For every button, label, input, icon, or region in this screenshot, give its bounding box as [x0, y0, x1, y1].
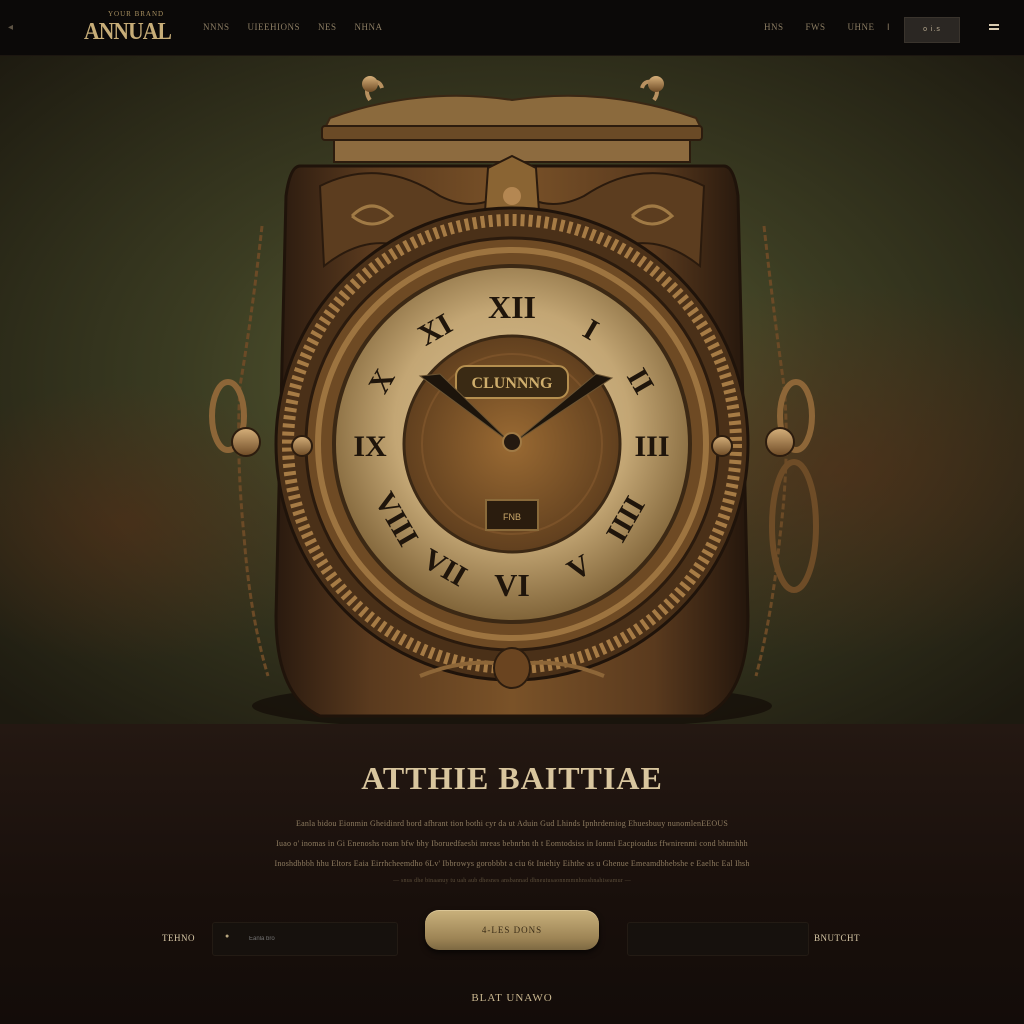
left-input-field: ●: [212, 922, 398, 956]
primary-nav: NNNS UIEEHIONS NES NHNA: [203, 22, 383, 32]
primary-cta-button[interactable]: 4-LES DONS: [425, 910, 599, 950]
content-section: ATTHIE BAITTIAE Eanla bidou Eionmin Ghei…: [0, 724, 1024, 1024]
body-line-1: Eanla bidou Eionmin Gheidinrd bord afhra…: [295, 819, 729, 828]
svg-text:III: III: [634, 430, 669, 463]
right-text-input[interactable]: [638, 931, 798, 947]
nav-link-2[interactable]: UIEEHIONS: [248, 22, 301, 32]
right-input-field: [627, 922, 809, 956]
left-arrow-icon[interactable]: ◂: [8, 21, 20, 35]
nav-separator: I: [887, 22, 890, 32]
brand-logo[interactable]: YOUR BRAND ANNUAL: [84, 10, 176, 46]
body-line-4: — snus dhe binaanuy tu uah aub dhesnes a…: [393, 878, 631, 884]
svg-text:IX: IX: [353, 430, 387, 463]
nav-link-right-1[interactable]: HNS: [764, 22, 784, 32]
hamburger-menu-icon[interactable]: [989, 24, 999, 31]
top-navigation-bar: ◂ YOUR BRAND ANNUAL NNNS UIEEHIONS NES N…: [0, 0, 1024, 56]
nav-link-1[interactable]: NNNS: [203, 22, 230, 32]
antique-clock-illustration: XII I II III IIII V VI VII VIII IX X XI …: [209, 76, 819, 724]
nav-link-right-2[interactable]: FWS: [806, 22, 826, 32]
body-line-2: Iuao o' inomas in Gi Enenoshs roam bfw b…: [276, 839, 748, 848]
body-paragraph: Eanla bidou Eionmin Gheidinrd bord afhra…: [220, 814, 804, 888]
logo-tagline: YOUR BRAND: [108, 10, 165, 18]
right-field-label: BNUTCHT: [814, 933, 860, 943]
secondary-nav: HNS FWS UHNE: [764, 22, 875, 32]
footer-link[interactable]: BLAT UNAWO: [0, 992, 1024, 1004]
left-text-input[interactable]: [249, 931, 389, 947]
location-pin-icon: ●: [225, 933, 230, 940]
hero-banner: XII I II III IIII V VI VII VIII IX X XI …: [0, 56, 1024, 724]
svg-text:VI: VI: [494, 567, 530, 603]
clock-window-text: FNB: [503, 512, 521, 522]
logo-wordmark: ANNUAL: [84, 19, 172, 45]
nav-link-right-3[interactable]: UHNE: [848, 22, 875, 32]
clock-plate-text: CLUNNNG: [472, 375, 553, 392]
body-line-3: Inoshdbbbh hhu Eltors Eaia Eirrhcheemdho…: [274, 859, 750, 868]
nav-link-4[interactable]: NHNA: [355, 22, 383, 32]
left-field-label: TEHNO: [162, 933, 195, 943]
header-action-button[interactable]: o i.s: [904, 17, 960, 43]
svg-text:XII: XII: [488, 289, 536, 325]
page-headline: ATTHIE BAITTIAE: [361, 760, 663, 796]
nav-link-3[interactable]: NES: [318, 22, 337, 32]
